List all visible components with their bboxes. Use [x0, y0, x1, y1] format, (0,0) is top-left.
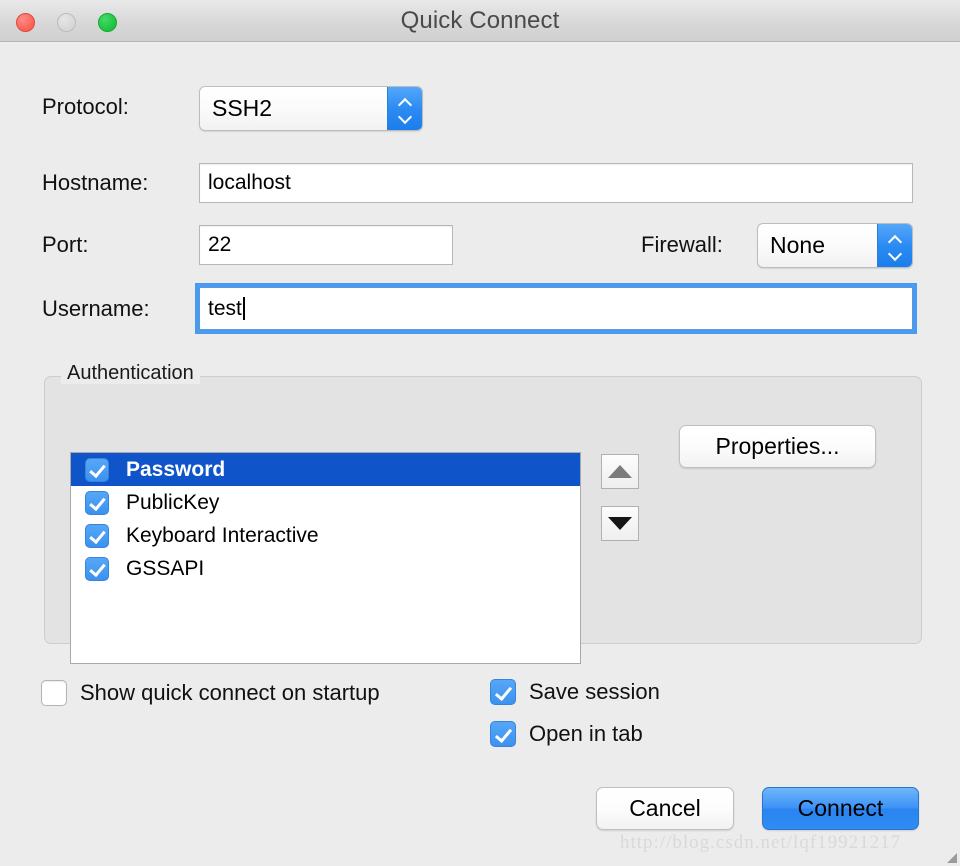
window-titlebar: Quick Connect — [0, 0, 960, 42]
username-input[interactable]: test — [195, 283, 917, 334]
save-session-label: Save session — [529, 679, 660, 704]
list-item-label: Keyboard Interactive — [126, 523, 319, 547]
watermark-text: http://blog.csdn.net/lqf19921217 — [620, 832, 902, 853]
firewall-label: Firewall: — [641, 232, 723, 257]
open-in-tab-row[interactable]: Open in tab — [490, 721, 643, 747]
firewall-select[interactable]: None — [757, 223, 913, 268]
list-item-label: GSSAPI — [126, 556, 205, 580]
checkbox-keyboard-interactive[interactable] — [85, 523, 109, 548]
open-in-tab-label: Open in tab — [529, 721, 643, 746]
properties-button[interactable]: Properties... — [679, 425, 876, 468]
checkbox-gssapi[interactable] — [85, 556, 109, 581]
firewall-stepper-icon[interactable] — [877, 224, 912, 267]
dialog-body: Protocol: SSH2 Hostname: localhost Port:… — [0, 42, 960, 866]
list-item[interactable]: Keyboard Interactive — [71, 519, 580, 552]
list-item[interactable]: GSSAPI — [71, 552, 580, 585]
list-item[interactable]: Password — [71, 453, 580, 486]
text-caret — [242, 297, 245, 320]
protocol-stepper-icon[interactable] — [387, 87, 422, 130]
list-item[interactable]: PublicKey — [71, 486, 580, 519]
show-on-startup-label: Show quick connect on startup — [80, 680, 380, 705]
authentication-method-list[interactable]: Password PublicKey Keyboard Interactive … — [70, 452, 581, 664]
list-item-label: Password — [126, 457, 226, 481]
list-item-label: PublicKey — [126, 490, 220, 514]
chevron-down-icon — [889, 248, 902, 256]
resize-grip-icon[interactable] — [944, 850, 958, 864]
hostname-input-value: localhost — [208, 171, 291, 194]
quick-connect-dialog: Quick Connect Protocol: SSH2 Hostname: l… — [0, 0, 960, 866]
checkbox-open-in-tab[interactable] — [490, 721, 516, 747]
port-label: Port: — [42, 232, 89, 257]
move-down-button[interactable] — [601, 506, 639, 541]
checkbox-save-session[interactable] — [490, 679, 516, 705]
move-up-button[interactable] — [601, 454, 639, 489]
hostname-label: Hostname: — [42, 170, 149, 195]
username-input-value: test — [208, 296, 242, 320]
username-label: Username: — [42, 296, 150, 321]
chevron-up-icon — [399, 99, 412, 107]
cancel-button[interactable]: Cancel — [596, 787, 734, 830]
chevron-down-icon — [399, 111, 412, 119]
firewall-select-value: None — [770, 232, 825, 258]
connect-button[interactable]: Connect — [762, 787, 919, 830]
arrow-down-icon — [608, 517, 632, 530]
protocol-select[interactable]: SSH2 — [199, 86, 423, 131]
hostname-input[interactable]: localhost — [199, 163, 913, 203]
port-input-value: 22 — [208, 233, 232, 256]
checkbox-password[interactable] — [85, 457, 109, 482]
window-title: Quick Connect — [400, 7, 560, 34]
checkbox-publickey[interactable] — [85, 490, 109, 515]
checkbox-show-quick-connect-on-startup[interactable] — [41, 680, 67, 706]
port-input[interactable]: 22 — [199, 225, 453, 265]
protocol-label: Protocol: — [42, 94, 129, 119]
save-session-row[interactable]: Save session — [490, 679, 660, 705]
show-on-startup-row[interactable]: Show quick connect on startup — [41, 680, 380, 706]
arrow-up-icon — [608, 465, 632, 478]
authentication-legend: Authentication — [61, 362, 200, 384]
chevron-up-icon — [889, 236, 902, 244]
protocol-select-value: SSH2 — [212, 95, 273, 121]
